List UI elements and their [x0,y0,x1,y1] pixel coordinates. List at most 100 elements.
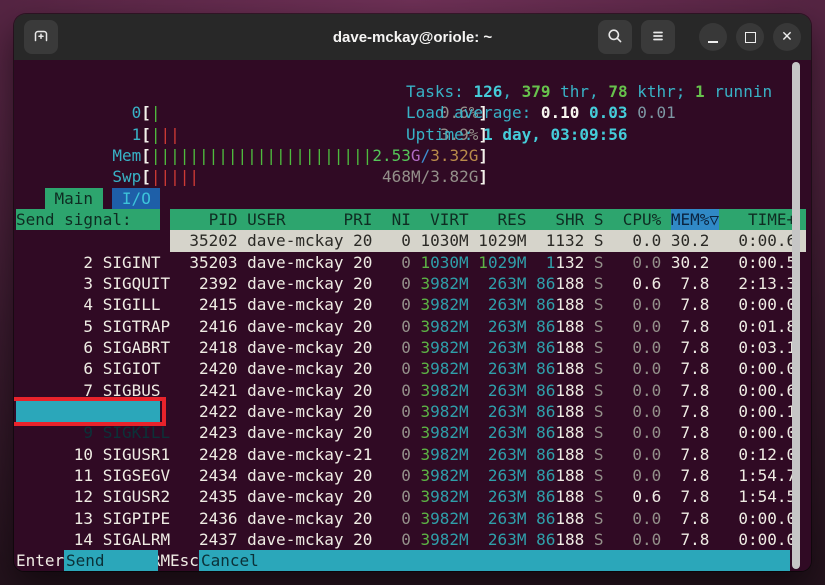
process-row[interactable]: 2418 dave-mckay 20 0 3982M 263M 86188 S … [170,337,806,358]
cell-ni: 0 [382,273,411,294]
table-header-row: PID USER PRI NI VIRT RES SHR S CPU% MEM%… [170,209,806,230]
cell-mem: 7.8 [671,444,710,465]
process-row[interactable]: 35202 dave-mckay 20 0 1030M 1029M 1132 S… [170,230,806,251]
signal-menu-item[interactable]: 13SIGPIPE [16,486,160,507]
signal-menu-item[interactable]: 15SIGTERM [16,529,160,550]
cell-pri: -21 [343,444,372,465]
signal-menu-item[interactable]: 6SIGIOT [16,337,160,358]
signal-menu-item[interactable]: 10SIGUSR1 [16,422,160,443]
signal-menu-item[interactable]: 11SIGSEGV [16,444,160,465]
signal-menu-item[interactable]: 7SIGBUS [16,358,160,379]
cell-time: 0:00.0 [719,358,796,379]
process-row[interactable]: 2437 dave-mckay 20 0 3982M 263M 86188 S … [170,529,806,550]
column-header-pri[interactable]: PRI [343,209,372,230]
process-row[interactable]: 2392 dave-mckay 20 0 3982M 263M 86188 S … [170,273,806,294]
cell-user: dave-mckay [247,294,343,315]
cell-res: 263M [478,529,526,550]
signal-menu-item[interactable]: 6SIGABRT [16,316,160,337]
maximize-button[interactable] [736,23,764,51]
column-header-virt[interactable]: VIRT [421,209,469,230]
tab-io[interactable]: I/O [112,188,160,209]
new-tab-button[interactable] [24,20,58,54]
signal-menu-item[interactable]: 9SIGKILL [16,401,160,422]
process-row[interactable]: 2428 dave-mckay -21 0 3982M 263M 86188 S… [170,444,806,465]
minimize-button[interactable] [699,23,727,51]
screen-tabs: Main I/O [16,188,811,209]
cell-res: 263M [478,316,526,337]
cell-user: dave-mckay [247,422,343,443]
column-header-res[interactable]: RES [478,209,526,230]
cell-virt: 3982M [421,422,469,443]
cell-res: 263M [478,337,526,358]
signal-menu-item[interactable]: 8SIGFPE [16,380,160,401]
process-row[interactable]: 2422 dave-mckay 20 0 3982M 263M 86188 S … [170,401,806,422]
search-icon [606,27,624,48]
column-header-state[interactable]: S [594,209,604,230]
column-header-mem[interactable]: MEM% [671,209,710,230]
cell-ni: 0 [382,508,411,529]
list-line: 9SIGKILL 2422 dave-mckay 20 0 3982M 263M… [16,401,811,422]
list-area: 2SIGINT 35202 dave-mckay 20 0 1030M 1029… [16,230,811,550]
process-row[interactable]: 2421 dave-mckay 20 0 3982M 263M 86188 S … [170,380,806,401]
tab-main[interactable]: Main [45,188,103,209]
cell-user: dave-mckay [247,486,343,507]
send-button[interactable]: Send [64,550,158,571]
cell-ni: 0 [382,230,411,251]
cell-cpu: 0.6 [613,273,661,294]
signal-menu-item[interactable]: 4SIGILL [16,273,160,294]
cell-ni: 0 [382,401,411,422]
list-line: 4SIGILL 2392 dave-mckay 20 0 3982M 263M … [16,273,811,294]
close-button[interactable]: ✕ [773,23,801,51]
cell-shr: 86188 [536,273,584,294]
cell-shr: 86188 [536,529,584,550]
process-row[interactable]: 2423 dave-mckay 20 0 3982M 263M 86188 S … [170,422,806,443]
cell-mem: 7.8 [671,486,710,507]
cell-cpu: 0.0 [613,401,661,422]
signal-menu-item[interactable]: 14SIGALRM [16,508,160,529]
process-row[interactable]: 2416 dave-mckay 20 0 3982M 263M 86188 S … [170,316,806,337]
load-1min: 0.10 [541,103,580,122]
process-row[interactable]: 2436 dave-mckay 20 0 3982M 263M 86188 S … [170,508,806,529]
cell-state: S [594,529,604,550]
column-header-pid[interactable]: PID [170,209,237,230]
blank-line [16,166,811,187]
list-line: 6SIGIOT 2418 dave-mckay 20 0 3982M 263M … [16,337,811,358]
signal-menu-item[interactable]: 12SIGUSR2 [16,465,160,486]
cell-time: 0:00.0 [719,422,796,443]
column-header-ni[interactable]: NI [382,209,411,230]
cell-time: 0:00.5 [719,252,796,273]
list-line: 8SIGFPE 2421 dave-mckay 20 0 3982M 263M … [16,380,811,401]
column-header-cpu[interactable]: CPU% [613,209,661,230]
process-row[interactable]: 2415 dave-mckay 20 0 3982M 263M 86188 S … [170,294,806,315]
cell-shr: 86188 [536,316,584,337]
cell-shr: 86188 [536,358,584,379]
column-header-user[interactable]: USER [247,209,343,230]
search-button[interactable] [598,20,632,54]
process-row[interactable]: 2435 dave-mckay 20 0 3982M 263M 86188 S … [170,486,806,507]
list-line: 7SIGBUS 2420 dave-mckay 20 0 3982M 263M … [16,358,811,379]
process-row[interactable]: 2434 dave-mckay 20 0 3982M 263M 86188 S … [170,465,806,486]
cell-cpu: 0.0 [613,230,661,251]
signal-menu-item[interactable]: 2SIGINT [16,230,160,251]
cell-cpu: 0.0 [613,444,661,465]
process-row[interactable]: 35203 dave-mckay 20 0 1030M 1029M 1132 S… [170,252,806,273]
scrollbar[interactable] [792,62,800,569]
uptime-value: 1 day, 03:09:56 [483,125,628,144]
list-line: 14SIGALRM 2436 dave-mckay 20 0 3982M 263… [16,508,811,529]
cell-cpu: 0.0 [613,294,661,315]
list-line: 11SIGSEGV 2428 dave-mckay -21 0 3982M 26… [16,444,811,465]
cell-user: dave-mckay [247,529,343,550]
terminal-content: 0[|0.6%] Tasks: 126, 379 thr, 78 kthr; 1… [14,60,811,571]
column-header-shr[interactable]: SHR [536,209,584,230]
cpu1-meter-line: 1[|||3.9%] Load average: 0.10 0.03 0.01 [16,102,811,123]
process-row[interactable]: 2420 dave-mckay 20 0 3982M 263M 86188 S … [170,358,806,379]
signal-menu-item[interactable]: 5SIGTRAP [16,294,160,315]
cancel-button[interactable]: Cancel [199,550,790,571]
column-header-time[interactable]: TIME+ [719,209,796,230]
menu-button[interactable] [641,20,675,54]
cell-pri: 20 [343,337,372,358]
cell-virt: 3982M [421,316,469,337]
signal-menu-item[interactable]: 3SIGQUIT [16,252,160,273]
cell-state: S [594,252,604,273]
cell-pid: 2428 [170,444,237,465]
